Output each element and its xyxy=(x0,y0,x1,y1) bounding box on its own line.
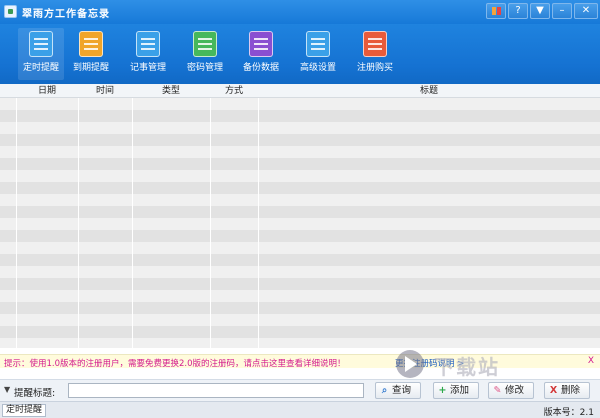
table-row[interactable] xyxy=(0,266,600,278)
toolbar-label: 注册购买 xyxy=(356,63,393,73)
table-row[interactable] xyxy=(0,242,600,254)
status-version: 版本号：2.1 xyxy=(543,408,594,418)
checklist-icon xyxy=(79,31,103,57)
edit-button[interactable]: ✎ 修改 xyxy=(488,382,534,399)
toolbar-label: 密码管理 xyxy=(186,63,223,73)
table-row[interactable] xyxy=(0,158,600,170)
toolbar-note-management[interactable]: 记事管理 xyxy=(125,28,171,80)
toolbar-label: 到期提醒 xyxy=(72,63,109,73)
table-row[interactable] xyxy=(0,326,600,338)
toolbar-timed-reminder[interactable]: 定时提醒 xyxy=(18,28,64,80)
reminder-table[interactable] xyxy=(0,98,600,348)
expand-toggle-icon[interactable]: ▼ xyxy=(4,385,10,394)
reminder-title-label: 提醒标题: xyxy=(14,388,56,399)
close-button[interactable]: ✕ xyxy=(574,3,598,19)
notice-bar: 提示：使用1.0版本的注册用户，需要免费更换2.0版的注册码，请点击这里查看详细… xyxy=(0,354,600,369)
toolbar-label: 高级设置 xyxy=(299,63,336,73)
delete-x-icon: X xyxy=(549,385,558,396)
table-row[interactable] xyxy=(0,146,600,158)
table-row[interactable] xyxy=(0,134,600,146)
table-row[interactable] xyxy=(0,182,600,194)
table-row[interactable] xyxy=(0,302,600,314)
toolbar-due-reminder[interactable]: 到期提醒 xyxy=(68,28,114,80)
minimize-button[interactable]: – xyxy=(552,3,572,19)
toolbar-backup-data[interactable]: 备份数据 xyxy=(238,28,284,80)
column-method[interactable]: 方式 xyxy=(210,84,258,98)
delete-button[interactable]: X 删除 xyxy=(544,382,590,399)
backup-icon xyxy=(249,31,273,57)
app-icon xyxy=(4,5,17,18)
register-icon xyxy=(363,31,387,57)
window-title: 翠雨方工作备忘录 xyxy=(22,9,110,20)
toolbar-advanced-settings[interactable]: 高级设置 xyxy=(295,28,341,80)
table-row[interactable] xyxy=(0,314,600,326)
title-bar: 翠雨方工作备忘录 ? ▼ – ✕ xyxy=(0,0,600,24)
toolbar-password-management[interactable]: 密码管理 xyxy=(182,28,228,80)
edit-button-label: 修改 xyxy=(505,385,525,396)
table-row[interactable] xyxy=(0,110,600,122)
table-row[interactable] xyxy=(0,122,600,134)
notice-close-icon[interactable]: X xyxy=(588,356,594,366)
table-row[interactable] xyxy=(0,230,600,242)
status-current-view: 定时提醒 xyxy=(2,404,47,417)
reminder-title-input[interactable] xyxy=(68,383,364,398)
notepad-icon xyxy=(136,31,160,57)
menu-button[interactable]: ▼ xyxy=(530,3,550,19)
table-row[interactable] xyxy=(0,254,600,266)
grid-header: 日期 时间 类型 方式 标题 xyxy=(0,84,600,98)
alarm-clock-icon xyxy=(29,31,53,57)
column-divider xyxy=(210,98,211,348)
column-title[interactable]: 标题 xyxy=(258,84,600,98)
notice-link[interactable]: 更换注册码说明 > xyxy=(395,357,464,369)
add-button[interactable]: + 添加 xyxy=(433,382,479,399)
column-divider xyxy=(16,98,17,348)
delete-button-label: 删除 xyxy=(561,385,581,396)
toolbar-label: 备份数据 xyxy=(242,63,279,73)
add-button-label: 添加 xyxy=(450,385,470,396)
query-button[interactable]: ⌕ 查询 xyxy=(375,382,421,399)
query-button-label: 查询 xyxy=(392,385,412,396)
toolbar-register-purchase[interactable]: 注册购买 xyxy=(352,28,398,80)
toolbar-label: 定时提醒 xyxy=(22,63,59,73)
table-row[interactable] xyxy=(0,218,600,230)
settings-icon xyxy=(306,31,330,57)
main-toolbar: 定时提醒 到期提醒 记事管理 密码管理 备份数据 高级设置 注册购买 xyxy=(0,24,600,105)
keyboard-icon xyxy=(193,31,217,57)
window-controls: ? ▼ – ✕ xyxy=(486,3,598,19)
status-bar: 定时提醒 版本号：2.1 xyxy=(0,401,600,418)
reminder-title-bar: ▼ 提醒标题: ⌕ 查询 + 添加 ✎ 修改 X 删除 xyxy=(0,379,600,401)
pencil-icon: ✎ xyxy=(493,385,502,396)
column-divider xyxy=(132,98,133,348)
table-row[interactable] xyxy=(0,206,600,218)
column-divider xyxy=(78,98,79,348)
column-type[interactable]: 类型 xyxy=(132,84,210,98)
search-icon: ⌕ xyxy=(381,385,388,396)
table-row[interactable] xyxy=(0,290,600,302)
table-row[interactable] xyxy=(0,278,600,290)
column-time[interactable]: 时间 xyxy=(78,84,132,98)
table-row[interactable] xyxy=(0,194,600,206)
toolbar-label: 记事管理 xyxy=(129,63,166,73)
notice-text[interactable]: 提示：使用1.0版本的注册用户，需要免费更换2.0版的注册码，请点击这里查看详细… xyxy=(4,357,346,369)
table-row[interactable] xyxy=(0,170,600,182)
help-button[interactable]: ? xyxy=(508,3,528,19)
plus-icon: + xyxy=(438,385,447,396)
column-date[interactable]: 日期 xyxy=(16,84,78,98)
skin-button[interactable] xyxy=(486,3,506,19)
column-divider xyxy=(258,98,259,348)
table-row[interactable] xyxy=(0,338,600,348)
table-row[interactable] xyxy=(0,98,600,110)
